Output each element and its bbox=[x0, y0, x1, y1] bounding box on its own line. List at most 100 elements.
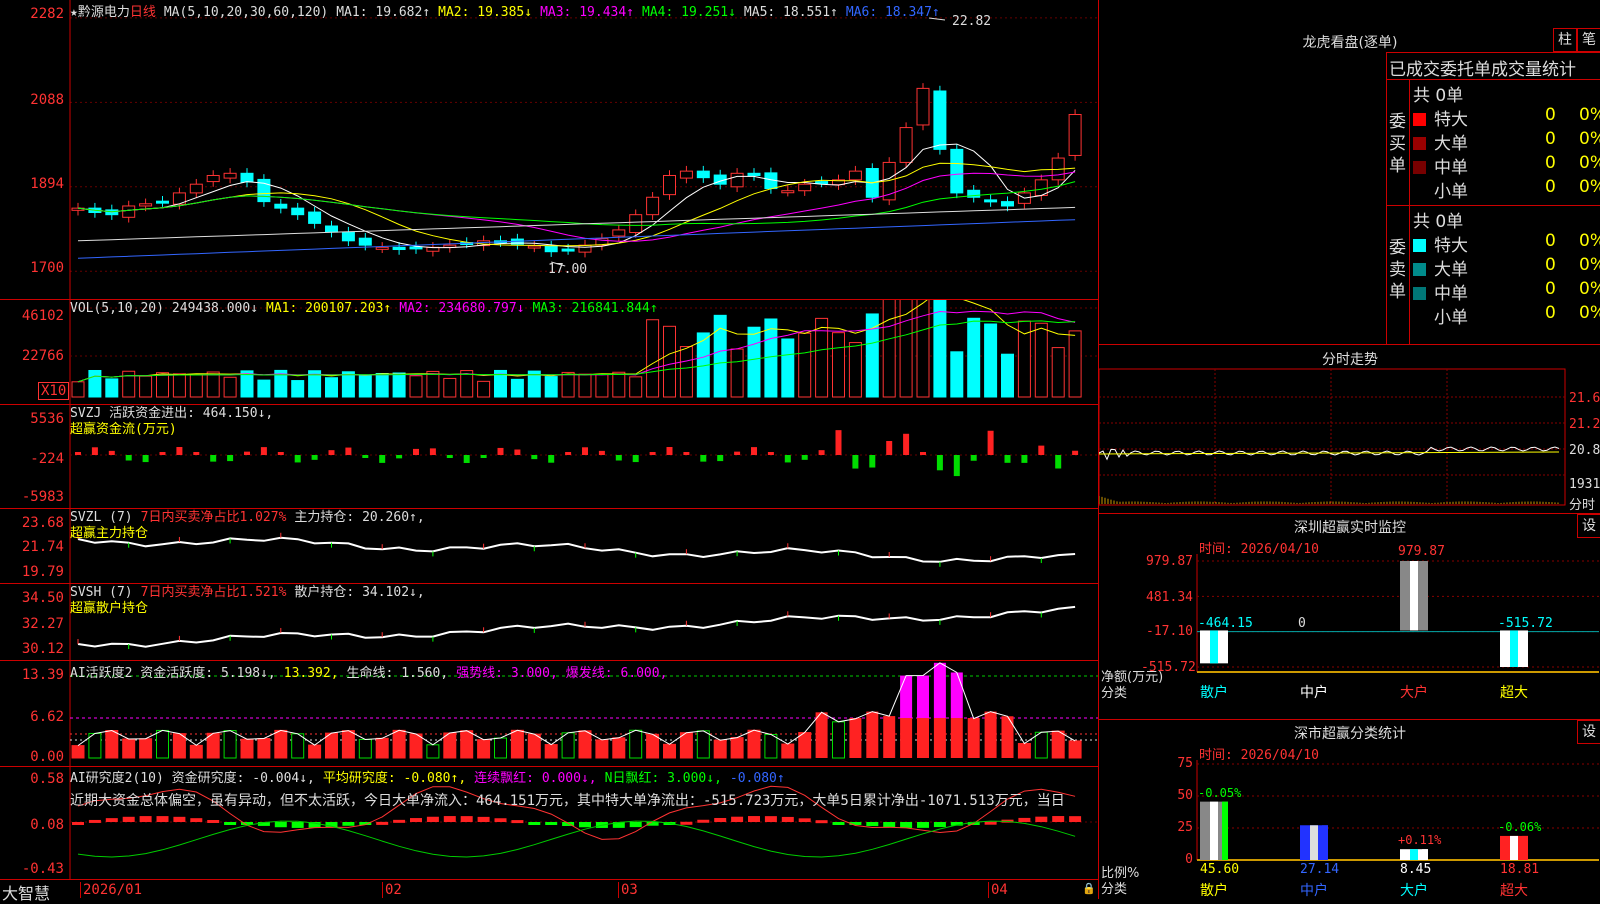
research-bar bbox=[207, 819, 220, 823]
fund-flow-bar bbox=[903, 433, 910, 455]
volume-bar bbox=[392, 372, 406, 398]
ai1-ytick: 6.62 bbox=[30, 709, 64, 725]
volume-bar bbox=[578, 373, 592, 398]
kline-chart[interactable] bbox=[0, 0, 1098, 299]
research-bar bbox=[477, 816, 490, 822]
sz-ytick: 481.34 bbox=[1146, 590, 1193, 605]
candle bbox=[578, 244, 592, 253]
order-count: 0 bbox=[1545, 177, 1556, 197]
activity-bar bbox=[1068, 740, 1082, 759]
svsh-ytick: 34.50 bbox=[21, 590, 64, 606]
ai-activity-pane[interactable]: AI活跃度2 资金活跃度: 5.198↓, 13.392, 生命线: 1.560, 强… bbox=[0, 661, 1098, 767]
activity-bar bbox=[866, 718, 879, 758]
sc-value-label: 27.14 bbox=[1300, 862, 1340, 877]
research-bar bbox=[72, 822, 84, 825]
order-row: 大单 0 0% bbox=[1413, 129, 1600, 154]
sell-total: 共 0单 bbox=[1413, 212, 1464, 232]
ai2-comment: 近期大资金总体偏空，虽有异动，但不太活跃，今日大单净流入：464.151万元，其… bbox=[70, 793, 1065, 809]
sz-monitor-panel[interactable]: 深圳超赢实时监控 设 时间: 2026/04/10 979.87 481.34 … bbox=[1098, 514, 1600, 720]
research-bar bbox=[697, 819, 710, 823]
ai2-v5: -0.080↑ bbox=[729, 771, 785, 786]
activity-bar bbox=[1051, 730, 1065, 759]
favorite-star-icon[interactable]: ★ bbox=[70, 5, 78, 20]
fund-flow-bar bbox=[227, 455, 234, 462]
activity-bar bbox=[122, 738, 136, 759]
ai-research-pane[interactable]: AI研究度2(10) 资金研究度: -0.004↓, 平均研究度: -0.080↑… bbox=[0, 767, 1098, 880]
bar-view-button[interactable]: 柱 bbox=[1553, 28, 1577, 52]
dragon-tiger-panel[interactable]: 龙虎看盘(逐单) 柱 笔 已成交委托单成交量统计 委买单 委卖单 共 0单 共 … bbox=[1098, 0, 1600, 345]
candle bbox=[1068, 114, 1082, 156]
stock-name: 黔源电力 bbox=[77, 5, 130, 20]
order-count: 0 bbox=[1545, 255, 1556, 275]
activity-bar bbox=[88, 732, 102, 759]
volume-bar bbox=[1051, 347, 1065, 398]
volume-bar bbox=[156, 372, 169, 398]
sz-bar bbox=[1200, 630, 1228, 664]
fund-flow-bar bbox=[886, 440, 893, 455]
vol-ma3: MA3: 216841.844↑ bbox=[532, 301, 658, 316]
sz-value-label: 0 bbox=[1298, 616, 1306, 631]
research-bar bbox=[815, 820, 828, 824]
sc-bar-edge bbox=[1522, 835, 1528, 860]
intraday-chart[interactable] bbox=[1099, 345, 1600, 513]
activity-bar bbox=[392, 729, 406, 759]
research-bar bbox=[1052, 816, 1065, 822]
sz-xlabel: 分类 bbox=[1101, 686, 1128, 701]
volume-bar bbox=[764, 318, 778, 398]
sc-category-label: 超大 bbox=[1500, 883, 1528, 899]
volume-bar bbox=[984, 323, 998, 398]
order-row: 特大 0 0% bbox=[1413, 231, 1600, 256]
fund-flow-bar bbox=[497, 447, 504, 455]
fund-flow-bar bbox=[717, 455, 724, 462]
intraday-unit: 分时 bbox=[1569, 498, 1596, 513]
volume-bar bbox=[679, 346, 693, 398]
research-bar bbox=[393, 819, 406, 823]
sc-stats-panel[interactable]: 深市超赢分类统计 设 时间: 2026/04/10 75 50 25 0 比例%… bbox=[1098, 720, 1600, 899]
fund-flow-bar bbox=[734, 451, 741, 455]
order-type: 小单 bbox=[1434, 182, 1468, 202]
ai2-title: AI研究度2(10) 资金研究度: -0.004↓, bbox=[70, 771, 315, 786]
activity-bar-top bbox=[950, 672, 963, 718]
ai1-ytick: 13.39 bbox=[21, 667, 64, 683]
activity-bar bbox=[477, 739, 491, 759]
order-type: 中单 bbox=[1434, 284, 1468, 304]
buy-orders-label: 委买单 bbox=[1389, 112, 1406, 176]
research-bar bbox=[629, 822, 642, 828]
candle bbox=[612, 229, 626, 237]
research-bar bbox=[1035, 816, 1048, 822]
lock-icon[interactable]: 🔒 bbox=[1082, 882, 1096, 895]
activity-bar bbox=[172, 733, 186, 759]
kline-ytick: 1894 bbox=[30, 176, 64, 192]
research-bar bbox=[866, 822, 879, 827]
period-label[interactable]: 日线 bbox=[130, 5, 156, 20]
svzl-pane[interactable]: SVZL (7) 7日内买卖净占比1.027% 主力持仓: 20.260↑, 超赢主… bbox=[0, 509, 1098, 584]
sc-value-label: 45.60 bbox=[1200, 862, 1240, 877]
sc-bar-highlight bbox=[1510, 835, 1518, 860]
volume-bar bbox=[341, 371, 355, 398]
volume-bar bbox=[206, 371, 220, 398]
fund-flow-bar bbox=[818, 450, 825, 455]
research-bar bbox=[714, 817, 727, 822]
sc-category-label: 大户 bbox=[1400, 883, 1428, 899]
fund-flow-bar bbox=[784, 455, 791, 463]
fund-flow-bar bbox=[480, 455, 487, 458]
volume-pane[interactable]: VOL(5,10,20) 249438.000↓ MA1: 200107.203↑ M… bbox=[0, 300, 1098, 405]
svzj-pane[interactable]: SVZJ 活跃资金进出: 464.150↓, 超赢资金流(万元) 5536 -2… bbox=[0, 405, 1098, 509]
activity-bar bbox=[900, 718, 913, 758]
ai1-lifeline: 生命线: 1.560, bbox=[346, 666, 449, 681]
intraday-panel[interactable]: 分时走势 21.67 21.25 20.83 1931 分时 bbox=[1098, 345, 1600, 514]
candle bbox=[375, 246, 389, 250]
activity-bar bbox=[984, 718, 997, 758]
svsh-pane[interactable]: SVSH (7) 7日内买卖净占比1.521% 散户持仓: 34.102↓, 超赢散… bbox=[0, 584, 1098, 661]
x-label: 02 bbox=[382, 882, 402, 898]
research-bar bbox=[460, 816, 473, 822]
svsh-ytick: 30.12 bbox=[21, 641, 64, 657]
activity-bar bbox=[156, 729, 169, 759]
research-bar bbox=[224, 822, 237, 825]
activity-bar bbox=[426, 744, 440, 759]
fund-flow-bar bbox=[936, 455, 943, 471]
kline-pane[interactable]: ★黔源电力日线 MA(5,10,20,30,60,120) MA1: 19.682↑… bbox=[0, 0, 1098, 300]
vol-ma2: MA2: 234680.797↓ bbox=[399, 301, 525, 316]
tick-view-button[interactable]: 笔 bbox=[1577, 28, 1600, 52]
activity-bar bbox=[629, 729, 643, 759]
